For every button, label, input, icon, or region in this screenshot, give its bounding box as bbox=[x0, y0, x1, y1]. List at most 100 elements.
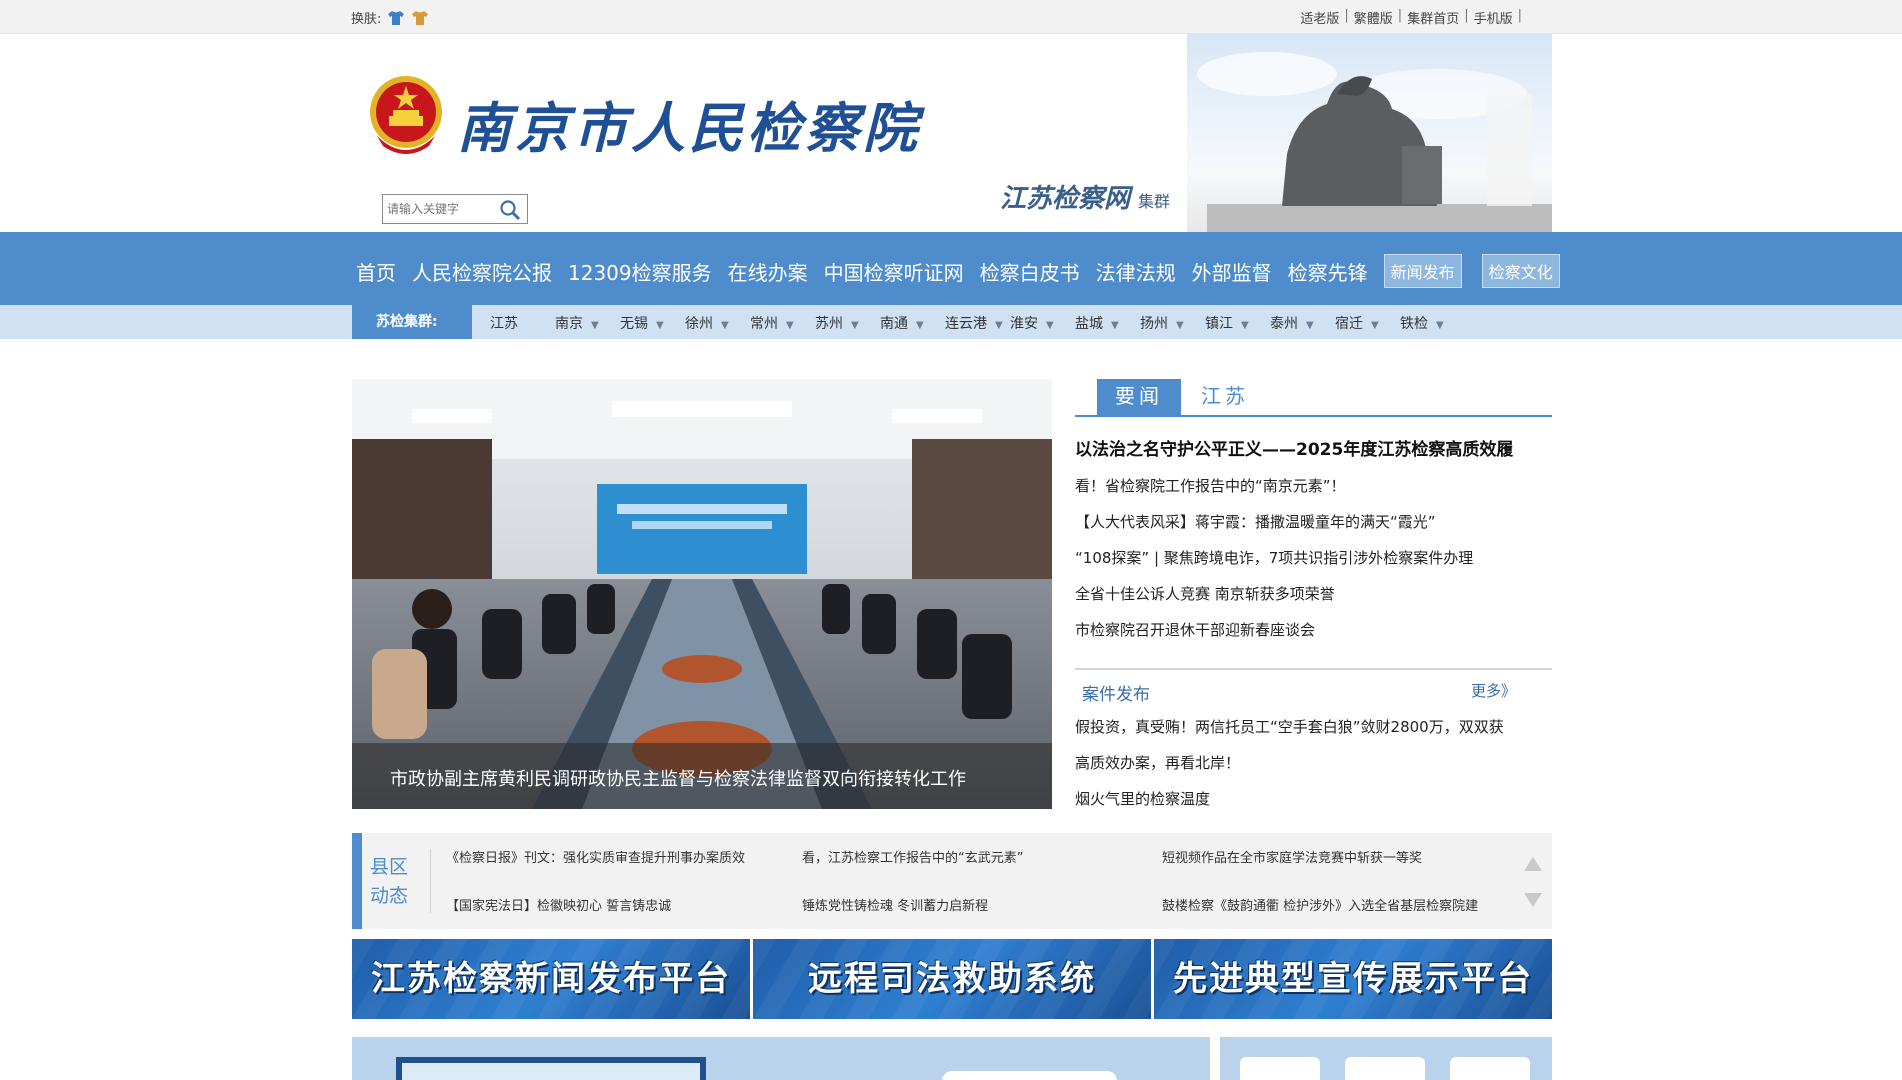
dropdown-arrow-icon: ▼ bbox=[591, 320, 599, 331]
city-item[interactable]: 泰州 ▼ bbox=[1270, 313, 1335, 333]
news-item[interactable]: 看！省检察院工作报告中的“南京元素”！ bbox=[1075, 475, 1473, 511]
nav-white-paper[interactable]: 检察白皮书 bbox=[980, 257, 1080, 286]
hero-caption-bar: 市政协副主席黄利民调研政协民主监督与检察法律监督双向衔接转化工作 bbox=[352, 743, 1052, 809]
nav-news-release[interactable]: 新闻发布 bbox=[1383, 254, 1462, 288]
cluster-label: 苏检集群: bbox=[352, 305, 472, 339]
link-mobile[interactable]: 手机版 bbox=[1474, 8, 1513, 27]
county-item[interactable]: 鼓楼检察《鼓韵通衢 检护涉外》入选全省基层检察院建 bbox=[1162, 895, 1478, 914]
blue-shirt-icon[interactable] bbox=[387, 10, 405, 26]
city-item[interactable]: 南京 ▼ bbox=[555, 313, 620, 333]
cases-more-link[interactable]: 更多》 bbox=[1471, 680, 1516, 701]
scroll-down-icon[interactable] bbox=[1524, 893, 1542, 907]
nav-online-case[interactable]: 在线办案 bbox=[728, 257, 808, 286]
site-header: 南京市人民检察院 江苏检察网 集群 bbox=[352, 34, 1552, 232]
dropdown-arrow-icon: ▼ bbox=[786, 320, 794, 331]
city-item[interactable]: 淮安 ▼ bbox=[1010, 313, 1075, 333]
divider bbox=[430, 849, 431, 913]
cases-header: 案件发布 更多》 bbox=[1075, 668, 1552, 706]
city-item[interactable]: 苏州 ▼ bbox=[815, 313, 880, 333]
nav-hearing[interactable]: 中国检察听证网 bbox=[824, 257, 964, 286]
county-item[interactable]: 《检察日报》刊文：强化实质审查提升刑事办案质效 bbox=[446, 847, 745, 866]
city-list: 江苏 南京 ▼ 无锡 ▼ 徐州 ▼ 常州 ▼ 苏州 ▼ 南通 ▼ 连云港 ▼ 淮安 ▼ 盐城 ▼ … bbox=[490, 313, 1465, 333]
nav-gazette[interactable]: 人民检察院公报 bbox=[412, 257, 552, 286]
search-icon[interactable] bbox=[499, 199, 521, 221]
gear-icon[interactable] bbox=[1450, 1057, 1530, 1080]
nav-culture[interactable]: 检察文化 bbox=[1481, 254, 1560, 288]
banner-label: 先进典型宣传展示平台 bbox=[1173, 959, 1533, 999]
nav-home[interactable]: 首页 bbox=[356, 257, 396, 286]
search-input[interactable] bbox=[387, 199, 497, 219]
cases-list: 假投资，真受贿！两信托员工“空手套白狼”敛财2800万，双双获 高质效办案，再看… bbox=[1075, 716, 1504, 824]
dropdown-arrow-icon: ▼ bbox=[995, 320, 1003, 331]
county-item[interactable]: 看，江苏检察工作报告中的“玄武元素” bbox=[802, 847, 1023, 866]
nav-supervision[interactable]: 外部监督 bbox=[1192, 257, 1272, 286]
dropdown-arrow-icon: ▼ bbox=[1176, 320, 1184, 331]
city-item[interactable]: 连云港 ▼ bbox=[945, 313, 1010, 333]
case-item[interactable]: 烟火气里的检察温度 bbox=[1075, 788, 1504, 824]
banner-label: 远程司法救助系统 bbox=[808, 959, 1096, 999]
news-panel: 要闻 江苏 以法治之名守护公平正义——2025年度江苏检察高质效履 看！省检察院… bbox=[1075, 379, 1552, 808]
main-nav: 首页 人民检察院公报 12309检察服务 在线办案 中国检察听证网 检察白皮书 … bbox=[0, 232, 1902, 305]
city-item[interactable]: 无锡 ▼ bbox=[620, 313, 685, 333]
bottom-feature-panel bbox=[352, 1037, 1210, 1080]
county-item[interactable]: 【国家宪法日】检徽映初心 誓言铸忠诚 bbox=[446, 895, 671, 914]
city-item[interactable]: 宿迁 ▼ bbox=[1335, 313, 1400, 333]
top-links: 适老版 | 繁體版 | 集群首页 | 手机版 | bbox=[1300, 8, 1522, 27]
national-emblem-icon bbox=[370, 76, 442, 154]
tab-jiangsu[interactable]: 江苏 bbox=[1201, 379, 1249, 413]
dropdown-arrow-icon: ▼ bbox=[851, 320, 859, 331]
nav-12309[interactable]: 12309检察服务 bbox=[568, 257, 712, 286]
user-icon[interactable] bbox=[1240, 1057, 1320, 1080]
city-item[interactable]: 铁检 ▼ bbox=[1400, 313, 1465, 333]
news-item[interactable]: “108探案” | 聚焦跨境电诈，7项共识指引涉外检察案件办理 bbox=[1075, 547, 1473, 583]
dropdown-arrow-icon: ▼ bbox=[1111, 320, 1119, 331]
dropdown-arrow-icon: ▼ bbox=[1436, 320, 1444, 331]
news-item[interactable]: 市检察院召开退休干部迎新春座谈会 bbox=[1075, 619, 1473, 655]
skin-switcher: 换肤: bbox=[351, 8, 429, 27]
city-item[interactable]: 南通 ▼ bbox=[880, 313, 945, 333]
cases-title[interactable]: 案件发布 bbox=[1082, 680, 1150, 705]
site-title: 南京市人民检察院 bbox=[457, 96, 921, 160]
bottom-service-panel bbox=[1220, 1037, 1552, 1080]
county-label: 县区动态 bbox=[370, 856, 409, 907]
city-item[interactable]: 徐州 ▼ bbox=[685, 313, 750, 333]
city-item[interactable]: 盐城 ▼ bbox=[1075, 313, 1140, 333]
case-item[interactable]: 高质效办案，再看北岸！ bbox=[1075, 752, 1504, 788]
skin-label: 换肤: bbox=[351, 12, 382, 27]
dropdown-arrow-icon: ▼ bbox=[656, 320, 664, 331]
news-tabs: 要闻 江苏 bbox=[1075, 379, 1552, 417]
banner-news-release-platform[interactable]: 江苏检察新闻发布平台 bbox=[352, 939, 750, 1019]
brand-sub: 集群 bbox=[1138, 192, 1171, 211]
tab-headlines[interactable]: 要闻 bbox=[1097, 379, 1181, 417]
city-item[interactable]: 常州 ▼ bbox=[750, 313, 815, 333]
nav-laws[interactable]: 法律法规 bbox=[1096, 257, 1176, 286]
sub-nav: 苏检集群: 江苏 南京 ▼ 无锡 ▼ 徐州 ▼ 常州 ▼ 苏州 ▼ 南通 ▼ 连云港 ▼ 淮安… bbox=[0, 305, 1902, 339]
city-item[interactable]: 镇江 ▼ bbox=[1205, 313, 1270, 333]
banner-remote-judicial-aid[interactable]: 远程司法救助系统 bbox=[753, 939, 1151, 1019]
hero-slideshow[interactable]: 市政协副主席黄利民调研政协民主监督与检察法律监督双向衔接转化工作 bbox=[352, 379, 1052, 809]
news-item[interactable]: 全省十佳公诉人竞赛 南京斩获多项荣誉 bbox=[1075, 583, 1473, 619]
headline-link[interactable]: 以法治之名守护公平正义——2025年度江苏检察高质效履 bbox=[1075, 435, 1513, 460]
city-item[interactable]: 江苏 bbox=[490, 313, 555, 333]
county-item[interactable]: 锤炼党性铸检魂 冬训蓄力启新程 bbox=[802, 895, 988, 914]
county-item[interactable]: 短视频作品在全市家庭学法竞赛中斩获一等奖 bbox=[1162, 847, 1422, 866]
link-elderly[interactable]: 适老版 bbox=[1300, 8, 1339, 27]
home-icon[interactable] bbox=[1345, 1057, 1425, 1080]
city-item[interactable]: 扬州 ▼ bbox=[1140, 313, 1205, 333]
scroll-up-icon[interactable] bbox=[1524, 857, 1542, 871]
orange-shirt-icon[interactable] bbox=[411, 10, 429, 26]
case-item[interactable]: 假投资，真受贿！两信托员工“空手套白狼”敛财2800万，双双获 bbox=[1075, 716, 1504, 752]
banner-advanced-models[interactable]: 先进典型宣传展示平台 bbox=[1154, 939, 1552, 1019]
hero-caption[interactable]: 市政协副主席黄利民调研政协民主监督与检察法律监督双向衔接转化工作 bbox=[390, 765, 966, 791]
dropdown-arrow-icon: ▼ bbox=[1306, 320, 1314, 331]
link-cluster-home[interactable]: 集群首页 bbox=[1407, 8, 1459, 27]
link-traditional[interactable]: 繁體版 bbox=[1354, 8, 1393, 27]
news-item[interactable]: 【人大代表风采】蒋宇霞：播撒温暖童年的满天“霞光” bbox=[1075, 511, 1473, 547]
nav-pioneer[interactable]: 检察先锋 bbox=[1288, 257, 1368, 286]
jiangsu-procuratorate-brand[interactable]: 江苏检察网 集群 bbox=[1000, 178, 1170, 215]
screen-graphic bbox=[396, 1057, 706, 1080]
dropdown-arrow-icon: ▼ bbox=[1371, 320, 1379, 331]
xiezhi-statue-image bbox=[1187, 34, 1552, 232]
brand-main: 江苏检察网 bbox=[1000, 184, 1131, 214]
dropdown-arrow-icon: ▼ bbox=[916, 320, 924, 331]
